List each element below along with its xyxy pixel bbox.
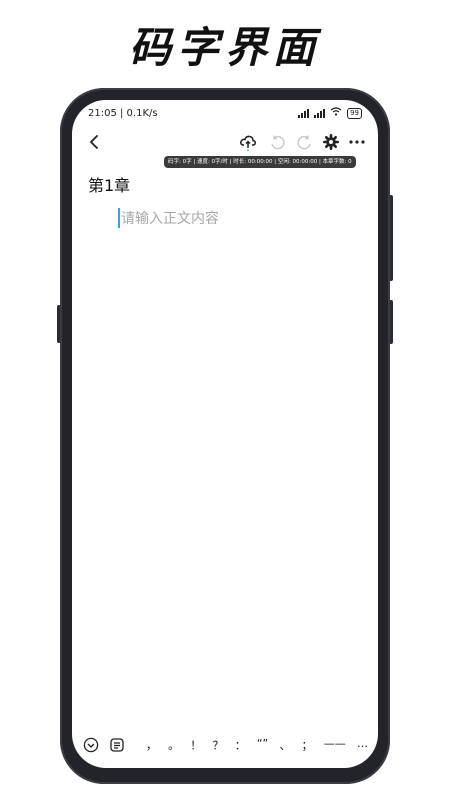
cloud-sync-button[interactable] bbox=[236, 130, 260, 154]
settings-button[interactable] bbox=[319, 130, 343, 154]
text-cursor bbox=[118, 208, 120, 228]
undo-icon bbox=[271, 135, 285, 150]
punctuation-key[interactable]: —— bbox=[324, 737, 346, 753]
cloud-upload-icon bbox=[240, 135, 256, 151]
document-lines-icon bbox=[110, 738, 124, 752]
writing-stats-bar: 码字: 0字 | 速度: 0字/时 | 时长: 00:00:00 | 空闲: 0… bbox=[164, 156, 356, 168]
more-button[interactable] bbox=[345, 130, 369, 154]
chevron-left-icon bbox=[89, 135, 98, 149]
punctuation-key[interactable]: ； bbox=[302, 737, 313, 753]
punctuation-key[interactable]: ？ bbox=[213, 737, 224, 753]
punctuation-key[interactable]: “” bbox=[257, 737, 268, 753]
wifi-icon bbox=[330, 107, 342, 119]
more-icon bbox=[349, 140, 365, 144]
punctuation-key[interactable]: … bbox=[357, 737, 368, 753]
chapter-title[interactable]: 第1章 bbox=[88, 172, 130, 196]
signal-icon bbox=[298, 108, 310, 118]
punctuation-key[interactable]: ！ bbox=[190, 737, 201, 753]
content-editor[interactable]: 请输入正文内容 bbox=[118, 208, 219, 228]
punctuation-key[interactable]: ： bbox=[235, 737, 246, 753]
back-button[interactable] bbox=[82, 130, 106, 154]
punctuation-key[interactable]: 。 bbox=[168, 737, 179, 753]
app-screen: 21:05 | 0.1K/s 99 码字: 0字 | 速度: 0字/时 | 时长… bbox=[72, 100, 378, 768]
punctuation-bar: ， 。 ！ ？ ： “” 、 ； —— … bbox=[72, 734, 378, 756]
signal-icon bbox=[314, 108, 326, 118]
undo-button[interactable] bbox=[265, 130, 289, 154]
gear-icon bbox=[323, 134, 339, 150]
redo-button[interactable] bbox=[293, 130, 317, 154]
status-time-speed: 21:05 | 0.1K/s bbox=[88, 107, 158, 119]
status-bar: 21:05 | 0.1K/s 99 bbox=[72, 100, 378, 126]
content-placeholder: 请输入正文内容 bbox=[121, 211, 219, 227]
collapse-keyboard-button[interactable] bbox=[82, 736, 100, 754]
battery-icon: 99 bbox=[347, 107, 362, 119]
punctuation-key[interactable]: 、 bbox=[279, 737, 290, 753]
punctuation-key[interactable]: ， bbox=[146, 737, 157, 753]
redo-icon bbox=[297, 135, 311, 150]
format-button[interactable] bbox=[108, 736, 126, 754]
chevron-down-circle-icon bbox=[83, 737, 99, 753]
headline: 码字界面 bbox=[128, 23, 321, 72]
editor-toolbar bbox=[72, 130, 378, 154]
punctuation-list: ， 。 ！ ？ ： “” 、 ； —— … bbox=[134, 737, 368, 753]
